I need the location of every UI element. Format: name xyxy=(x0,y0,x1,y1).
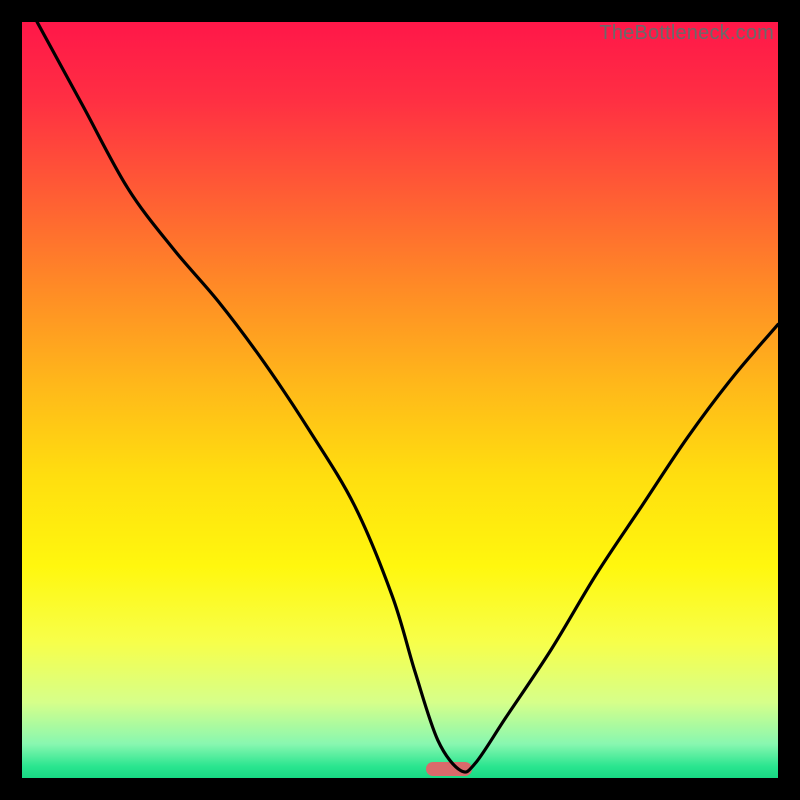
chart-frame: TheBottleneck.com xyxy=(22,22,778,778)
bottleneck-curve xyxy=(22,22,778,778)
watermark-text: TheBottleneck.com xyxy=(599,22,774,45)
plot-area: TheBottleneck.com xyxy=(22,22,778,778)
